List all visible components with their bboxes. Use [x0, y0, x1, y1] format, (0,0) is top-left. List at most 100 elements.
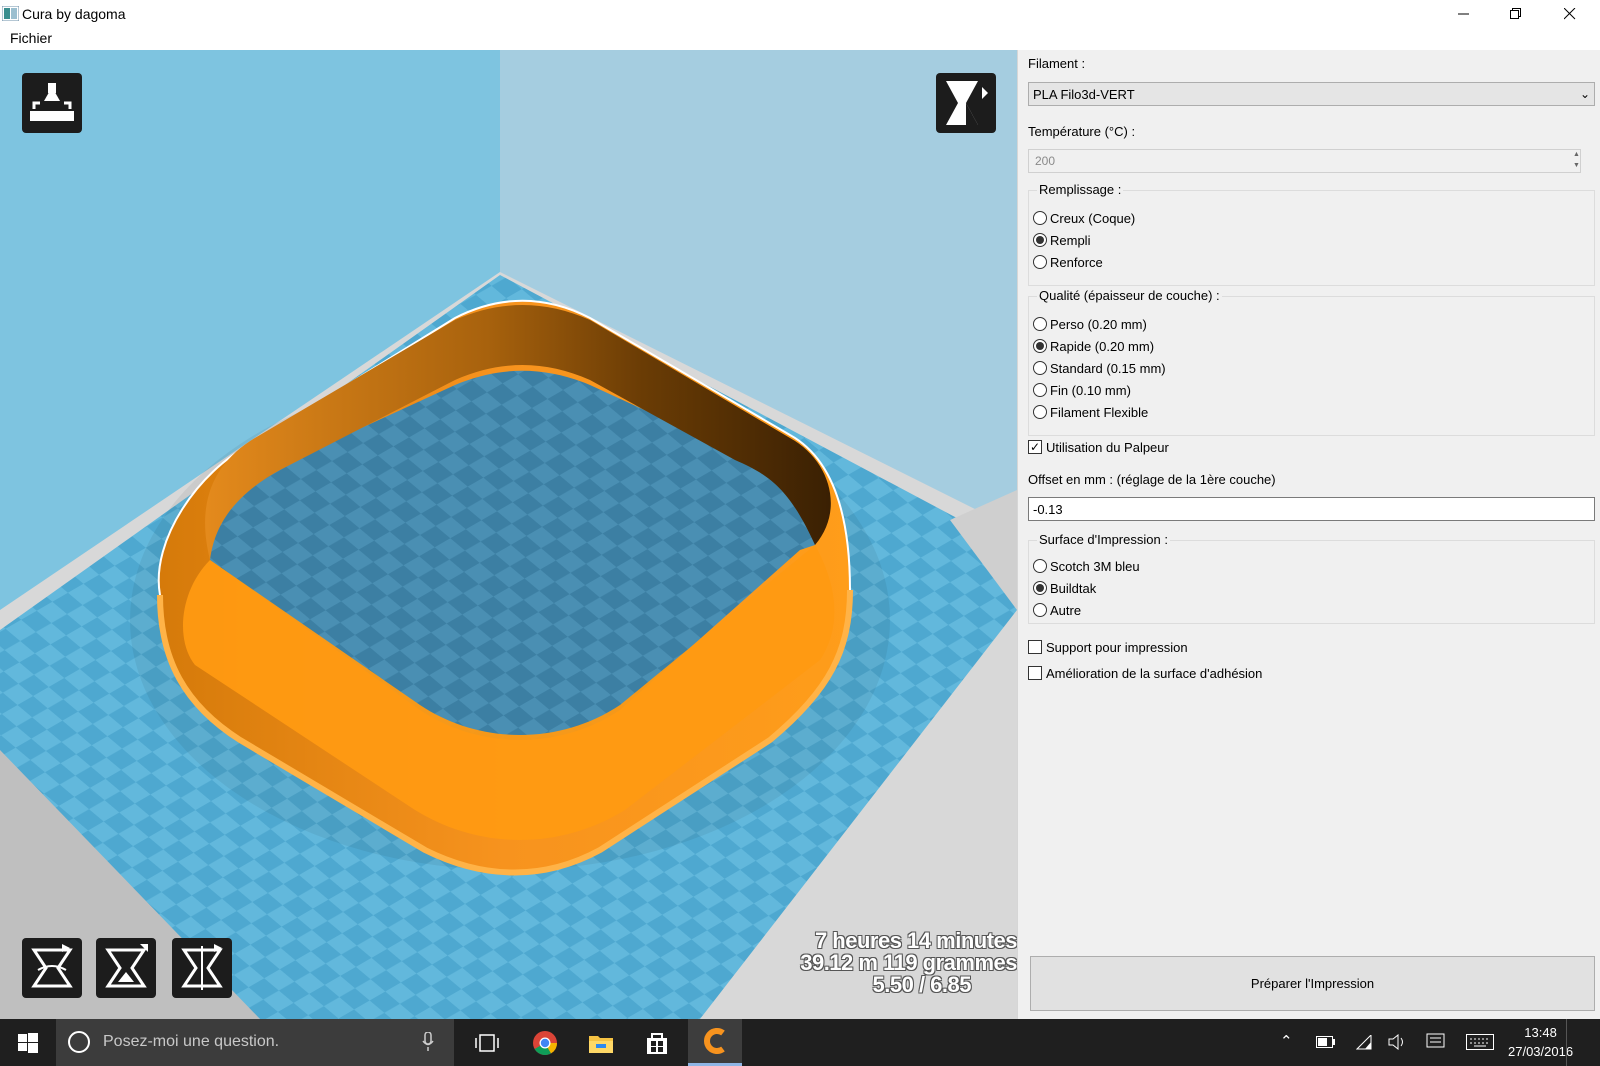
view-mode-button[interactable] [936, 73, 996, 133]
surface-group-label: Surface d'Impression : [1037, 532, 1170, 547]
radio-label: Fin (0.10 mm) [1050, 382, 1131, 398]
scene-render [0, 50, 1017, 1019]
radio-creux[interactable]: Creux (Coque) [1033, 209, 1135, 227]
radio-fin[interactable]: Fin (0.10 mm) [1033, 381, 1131, 399]
radio-dot [1033, 255, 1047, 269]
window-title: Cura by dagoma [22, 6, 126, 22]
filament-value: PLA Filo3d-VERT [1033, 87, 1135, 102]
radio-dot [1033, 405, 1047, 419]
close-button[interactable] [1544, 0, 1596, 28]
radio-dot [1033, 581, 1047, 595]
3d-viewport[interactable]: 7 heures 14 minutes 39.12 m 119 grammes … [0, 50, 1017, 1019]
minimize-button[interactable] [1438, 0, 1490, 28]
chevron-down-icon[interactable]: ▼ [1569, 160, 1584, 171]
title-bar: Cura by dagoma [0, 0, 1600, 28]
checkmark-icon: ✓ [1028, 440, 1042, 454]
offset-input[interactable]: -0.13 [1028, 497, 1595, 521]
radio-label: Renforce [1050, 254, 1103, 270]
close-icon [1564, 8, 1576, 20]
volume-icon[interactable] [1388, 1034, 1408, 1050]
radio-standard[interactable]: Standard (0.15 mm) [1033, 359, 1166, 377]
fill-group-label: Remplissage : [1037, 182, 1124, 197]
radio-label: Autre [1050, 602, 1082, 618]
radio-label: Rempli [1050, 232, 1091, 248]
material-usage: 39.12 m 119 grammes [800, 950, 1017, 975]
chrome-button[interactable] [518, 1019, 572, 1066]
mirror-button[interactable] [172, 938, 232, 998]
probe-label: Utilisation du Palpeur [1046, 439, 1169, 455]
radio-rempli[interactable]: Rempli [1033, 231, 1090, 249]
load-icon [30, 83, 74, 121]
ratio-readout: 5.50 / 6.85 [872, 972, 972, 997]
filament-label: Filament : [1028, 56, 1086, 71]
menu-fichier[interactable]: Fichier [8, 30, 54, 46]
radio-scotch[interactable]: Scotch 3M bleu [1033, 557, 1140, 575]
windows-icon [18, 1032, 38, 1053]
filament-select[interactable]: PLA Filo3d-VERT ⌄ [1028, 82, 1595, 106]
restore-button[interactable] [1490, 0, 1542, 28]
prepare-print-button[interactable]: Préparer l'Impression [1030, 956, 1595, 1011]
task-view-icon [475, 1033, 499, 1052]
cura-taskbar-button[interactable] [688, 1019, 742, 1066]
checkbox-empty [1028, 640, 1042, 654]
chrome-icon [533, 1030, 557, 1055]
taskbar: Posez-moi une question. ⌃ 13:48 27/03/20… [0, 1019, 1600, 1066]
support-checkbox[interactable]: Support pour impression [1028, 638, 1188, 656]
store-icon [647, 1032, 667, 1054]
mirror-icon [181, 944, 223, 990]
notification-icon[interactable] [1426, 1033, 1446, 1051]
scale-icon [105, 944, 148, 988]
store-button[interactable] [630, 1019, 684, 1066]
radio-flexible[interactable]: Filament Flexible [1033, 403, 1148, 421]
scale-button[interactable] [96, 938, 156, 998]
clock-date: 27/03/2016 [1508, 1044, 1574, 1059]
menu-bar: Fichier [0, 28, 1600, 50]
keyboard-icon[interactable] [1466, 1034, 1494, 1050]
chevron-down-icon: ⌄ [1579, 87, 1590, 101]
radio-label: Scotch 3M bleu [1050, 558, 1140, 574]
load-model-button[interactable] [22, 73, 82, 133]
radio-rapide[interactable]: Rapide (0.20 mm) [1033, 337, 1154, 355]
adhesion-label: Amélioration de la surface d'adhésion [1046, 665, 1263, 681]
clock[interactable]: 13:48 27/03/2016 [1508, 1023, 1573, 1061]
microphone-icon[interactable] [422, 1032, 434, 1052]
radio-autre[interactable]: Autre [1033, 601, 1081, 619]
radio-buildtak[interactable]: Buildtak [1033, 579, 1096, 597]
task-view-button[interactable] [460, 1019, 514, 1066]
rotate-icon [31, 944, 73, 988]
adhesion-checkbox[interactable]: Amélioration de la surface d'adhésion [1028, 664, 1262, 682]
chevron-up-icon[interactable]: ▲ [1569, 149, 1584, 160]
temperature-stepper[interactable]: ▲ ▼ [1569, 149, 1584, 173]
radio-label: Perso (0.20 mm) [1050, 316, 1147, 332]
rotate-button[interactable] [22, 938, 82, 998]
temperature-value: 200 [1035, 154, 1056, 168]
search-input[interactable]: Posez-moi une question. [103, 1033, 279, 1051]
app-icon [2, 6, 19, 21]
show-desktop-button[interactable] [1566, 1019, 1600, 1066]
cura-icon [704, 1028, 725, 1054]
fill-group: Remplissage : Creux (Coque) Rempli Renfo… [1028, 182, 1595, 286]
radio-label: Rapide (0.20 mm) [1050, 338, 1155, 354]
cortana-icon [68, 1031, 90, 1053]
file-explorer-button[interactable] [574, 1019, 628, 1066]
probe-checkbox[interactable]: ✓ Utilisation du Palpeur [1028, 438, 1169, 456]
chevron-up-icon[interactable]: ⌃ [1280, 1032, 1293, 1050]
radio-label: Buildtak [1050, 580, 1097, 596]
quality-group-label: Qualité (épaisseur de couche) : [1037, 288, 1222, 303]
start-button[interactable] [0, 1019, 56, 1066]
minimize-icon [1458, 13, 1469, 15]
search-box[interactable]: Posez-moi une question. [56, 1019, 454, 1066]
radio-dot [1033, 211, 1047, 225]
battery-icon[interactable] [1316, 1036, 1336, 1048]
radio-perso[interactable]: Perso (0.20 mm) [1033, 315, 1147, 333]
clock-time: 13:48 [1524, 1025, 1557, 1040]
radio-renforce[interactable]: Renforce [1033, 253, 1103, 271]
radio-dot [1033, 339, 1047, 353]
wifi-icon[interactable] [1356, 1035, 1374, 1051]
temperature-field[interactable]: 200 [1028, 149, 1581, 173]
radio-dot [1033, 317, 1047, 331]
radio-dot [1033, 233, 1047, 247]
radio-dot [1033, 383, 1047, 397]
radio-label: Filament Flexible [1050, 404, 1149, 420]
radio-label: Creux (Coque) [1050, 210, 1136, 226]
